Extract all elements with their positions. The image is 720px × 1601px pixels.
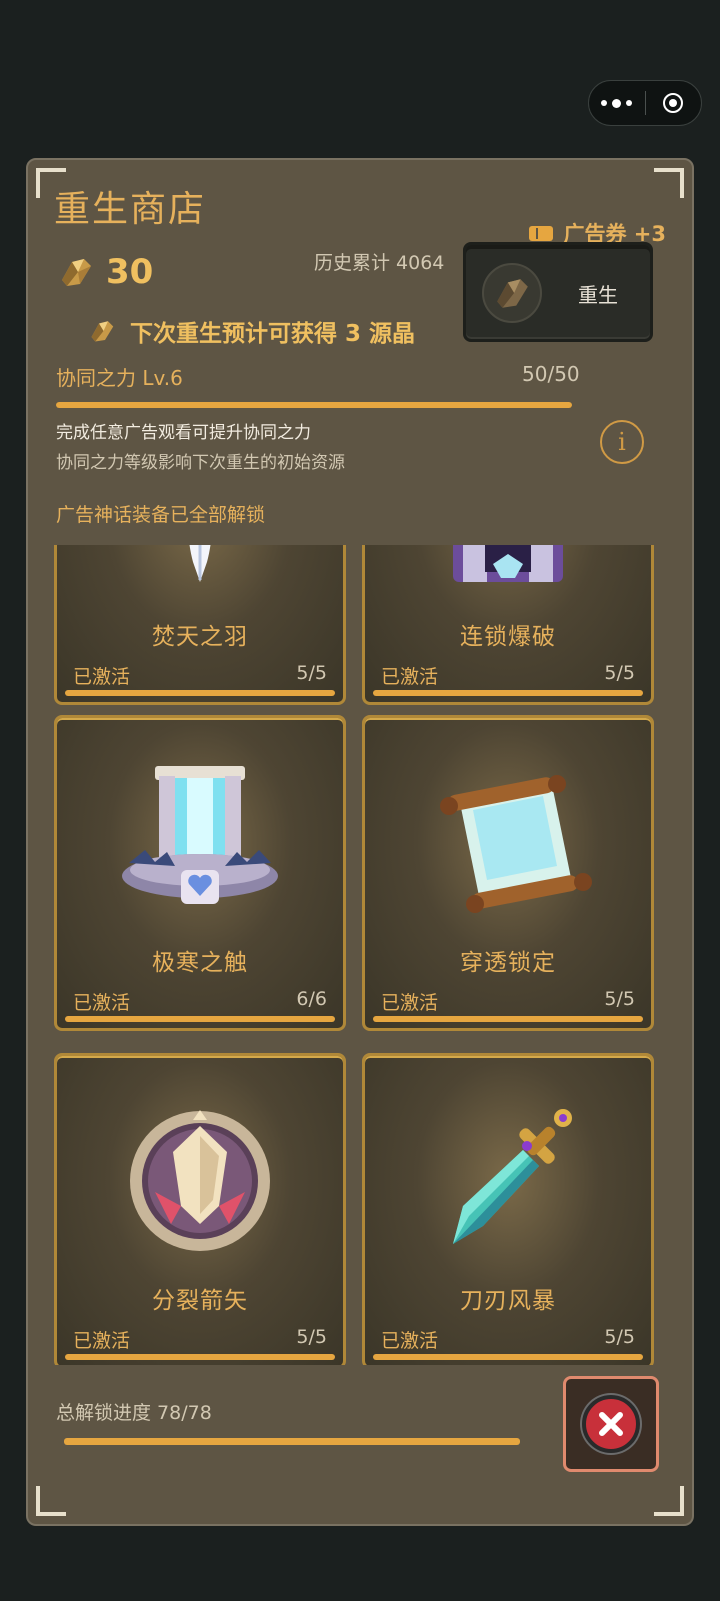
small-crystal-icon bbox=[88, 319, 116, 343]
card-status: 已激活 bbox=[73, 992, 131, 1014]
synergy-progress-fill bbox=[56, 402, 572, 408]
card-count: 5/5 bbox=[604, 988, 635, 1010]
crystal-sword-icon bbox=[423, 1096, 593, 1266]
frame-corner-bottom-right bbox=[654, 1486, 684, 1516]
card-name: 焚天之羽 bbox=[152, 624, 248, 650]
frame-corner-top-right bbox=[654, 168, 684, 198]
total-progress-bar bbox=[64, 1438, 520, 1445]
card-count: 5/5 bbox=[296, 1326, 327, 1348]
card-name: 连锁爆破 bbox=[460, 624, 556, 650]
miniprogram-capsule bbox=[588, 80, 702, 126]
equipment-card[interactable]: 刀刃风暴 已激活 5/5 bbox=[362, 1053, 654, 1365]
card-status: 已激活 bbox=[73, 1330, 131, 1352]
rebirth-button[interactable]: 重生 bbox=[463, 242, 653, 342]
rebirth-button-label: 重生 bbox=[578, 283, 618, 307]
crystal-icon bbox=[58, 256, 94, 288]
crest-shield-icon bbox=[115, 1096, 285, 1266]
crystal-balance: 30 bbox=[58, 252, 153, 292]
chain-blast-icon bbox=[423, 545, 593, 602]
rebirth-shop-panel: 重生商店 广告券 +3 30 历史累计 4064 重生 下次重生预计可获得 3 … bbox=[26, 158, 694, 1526]
page-title: 重生商店 bbox=[54, 189, 207, 230]
card-count: 6/6 bbox=[296, 988, 327, 1010]
card-status: 已激活 bbox=[381, 1330, 439, 1352]
card-name: 穿透锁定 bbox=[460, 950, 556, 976]
card-name: 极寒之触 bbox=[152, 950, 248, 976]
card-status: 已激活 bbox=[381, 992, 439, 1014]
close-icon bbox=[582, 1395, 640, 1453]
card-count: 5/5 bbox=[296, 662, 327, 684]
info-line-1: 完成任意广告观看可提升协同之力 bbox=[56, 423, 311, 443]
card-progress-bar bbox=[373, 1354, 643, 1360]
equipment-card[interactable]: 分裂箭矢 已激活 5/5 bbox=[54, 1053, 346, 1365]
card-status: 已激活 bbox=[381, 666, 439, 688]
equipment-card[interactable]: 连锁爆破 已激活 5/5 bbox=[362, 545, 654, 705]
close-button[interactable] bbox=[563, 1376, 659, 1472]
card-count: 5/5 bbox=[604, 662, 635, 684]
history-total: 历史累计 4064 bbox=[314, 252, 445, 274]
frame-corner-bottom-left bbox=[36, 1486, 66, 1516]
rebirth-crystal-icon bbox=[482, 263, 542, 323]
card-progress-bar bbox=[65, 1016, 335, 1022]
ticket-icon bbox=[529, 225, 554, 241]
equipment-card[interactable]: 焚天之羽 已激活 5/5 bbox=[54, 545, 346, 705]
card-progress-bar bbox=[65, 1354, 335, 1360]
exit-target-icon[interactable] bbox=[645, 93, 701, 113]
feather-icon bbox=[115, 545, 285, 602]
more-menu-icon[interactable] bbox=[589, 98, 645, 108]
card-name: 刀刃风暴 bbox=[460, 1288, 556, 1314]
card-status: 已激活 bbox=[73, 666, 131, 688]
next-rebirth-estimate: 下次重生预计可获得 3 源晶 bbox=[88, 314, 415, 348]
card-progress-bar bbox=[65, 690, 335, 696]
equipment-card[interactable]: 穿透锁定 已激活 5/5 bbox=[362, 715, 654, 1031]
card-name: 分裂箭矢 bbox=[152, 1288, 248, 1314]
card-progress-bar bbox=[373, 690, 643, 696]
synergy-progress-bar bbox=[56, 402, 572, 408]
total-unlock-progress: 总解锁进度 78/78 bbox=[56, 1402, 212, 1424]
card-progress-bar bbox=[373, 1016, 643, 1022]
card-count: 5/5 bbox=[604, 1326, 635, 1348]
synergy-level: 协同之力 Lv.6 bbox=[56, 366, 183, 390]
scroll-icon bbox=[423, 758, 593, 928]
equipment-card[interactable]: 极寒之触 已激活 6/6 bbox=[54, 715, 346, 1031]
crystal-amount: 30 bbox=[106, 252, 154, 292]
unlocked-note: 广告神话装备已全部解锁 bbox=[56, 504, 266, 526]
synergy-progress-text: 50/50 bbox=[522, 362, 580, 386]
equipment-grid[interactable]: 焚天之羽 已激活 5/5 连锁爆破 已激活 5/5 极寒之触 已激活 6/6 穿… bbox=[54, 545, 654, 1365]
next-rebirth-text: 下次重生预计可获得 3 源晶 bbox=[130, 321, 416, 347]
info-button[interactable]: i bbox=[600, 420, 644, 464]
info-line-2: 协同之力等级影响下次重生的初始资源 bbox=[56, 453, 345, 473]
frost-fountain-icon bbox=[115, 758, 285, 928]
